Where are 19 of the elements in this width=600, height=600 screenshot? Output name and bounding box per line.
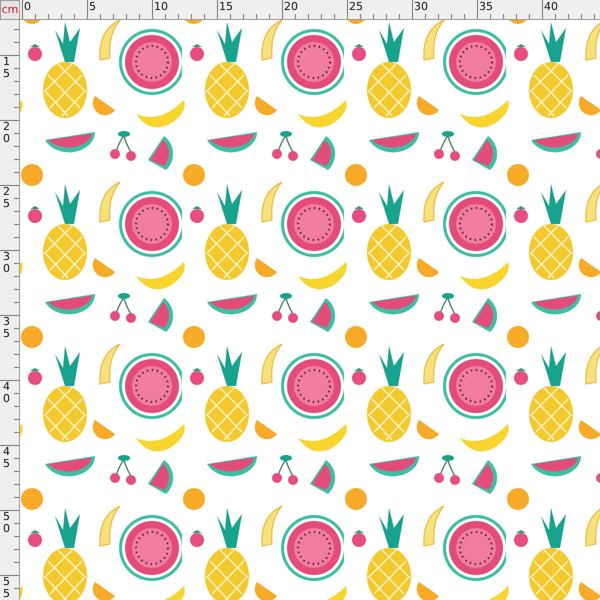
ruler-label: 5 bbox=[89, 1, 96, 13]
ruler-label: 45 bbox=[3, 446, 10, 470]
ruler-label: 30 bbox=[3, 251, 10, 275]
unit-label: cm bbox=[0, 0, 20, 20]
ruler-label: 40 bbox=[3, 381, 10, 405]
ruler-label: 25 bbox=[349, 1, 363, 13]
ruler-label: 15 bbox=[219, 1, 233, 13]
ruler-label: 40 bbox=[544, 1, 558, 13]
ruler-label: 50 bbox=[3, 511, 10, 535]
ruler-label: 10 bbox=[154, 1, 168, 13]
ruler-label: 55 bbox=[3, 576, 10, 600]
ruler-label: 20 bbox=[3, 121, 10, 145]
ruler-label: 25 bbox=[3, 186, 10, 210]
ruler-label: 35 bbox=[479, 1, 493, 13]
ruler-label: 0 bbox=[24, 1, 31, 13]
ruler-label: 20 bbox=[284, 1, 298, 13]
ruler-label: 30 bbox=[414, 1, 428, 13]
ruler-label: 35 bbox=[3, 316, 10, 340]
ruler-label: 15 bbox=[3, 56, 10, 80]
